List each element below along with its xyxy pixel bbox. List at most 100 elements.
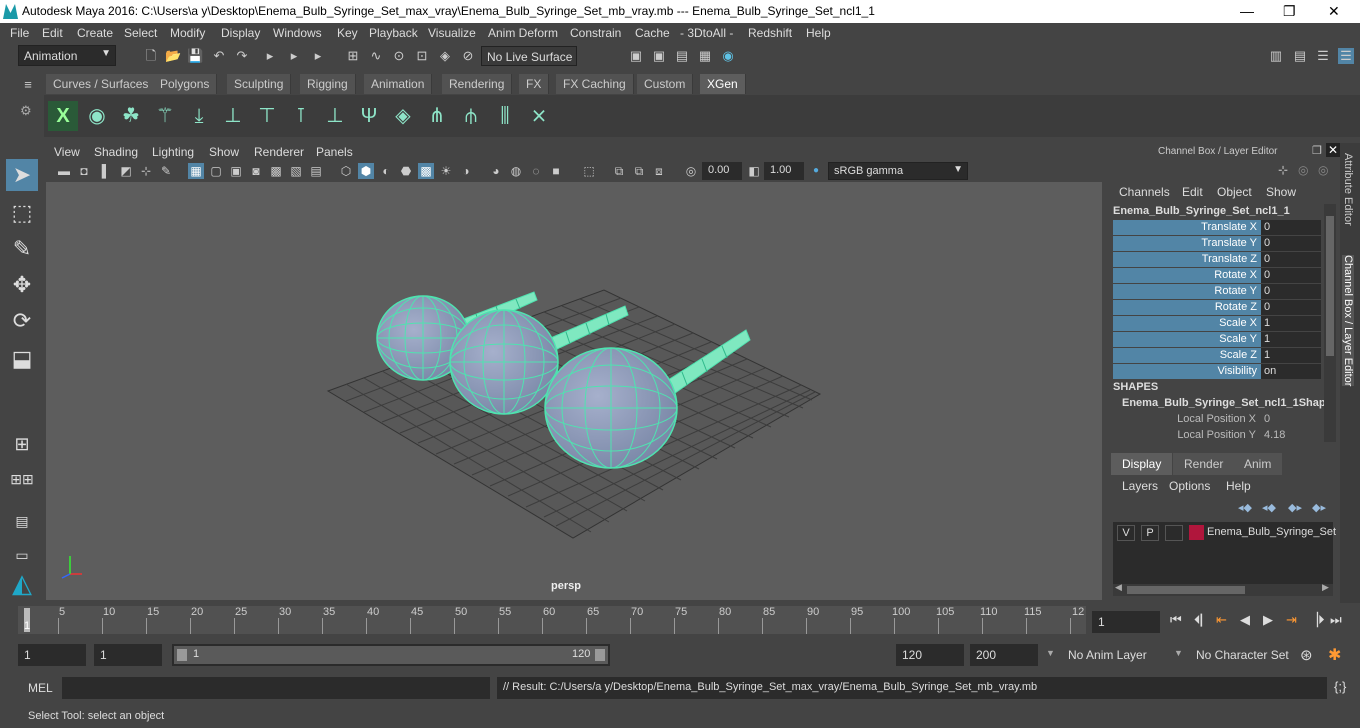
gate-mask-icon[interactable]: ◙ — [248, 163, 264, 179]
viewport-menu-shading[interactable]: Shading — [94, 145, 138, 159]
snap-surface-icon[interactable]: ◈ — [437, 48, 453, 64]
maya-home-icon[interactable]: ◭ — [6, 567, 38, 599]
paint-select-tool-icon[interactable]: ✎ — [6, 233, 38, 265]
redo-icon[interactable]: ↷ — [234, 48, 250, 64]
xgen-preview-icon[interactable]: ◉ — [82, 101, 112, 131]
value-translate-y[interactable]: 0 — [1261, 236, 1321, 251]
layer-visibility-toggle[interactable]: V — [1117, 525, 1135, 541]
step-back-frame-icon[interactable]: ⏴▏ — [1194, 612, 1214, 628]
camera-lock-icon[interactable]: ◘ — [76, 163, 92, 179]
shelf-tab-animation[interactable]: Animation — [364, 74, 433, 94]
field-chart-icon[interactable]: ▩ — [268, 163, 284, 179]
playback-end-field[interactable]: 120 — [896, 644, 964, 666]
step-forward-key-icon[interactable]: ⇥ — [1286, 612, 1297, 628]
step-back-key-icon[interactable]: ⇤ — [1216, 612, 1227, 628]
four-view-layout-icon[interactable]: ⊞⊞ — [6, 463, 38, 495]
depth-of-field-icon[interactable]: ■ — [548, 163, 564, 179]
value-translate-z[interactable]: 0 — [1261, 252, 1321, 267]
attr-local-position-x[interactable]: Local Position X — [1110, 413, 1260, 425]
wireframe-shading-icon[interactable]: ⬡ — [338, 163, 354, 179]
attr-translate-x[interactable]: Translate X — [1113, 220, 1261, 235]
time-slider-track[interactable]: 5 10 15 20 25 30 35 40 45 50 55 60 65 70… — [18, 606, 1086, 634]
lasso-tool-icon[interactable]: ⬚ — [6, 197, 38, 229]
value-local-position-x[interactable]: 0 — [1264, 413, 1270, 425]
xgen-grid-icon[interactable]: ◈ — [388, 101, 418, 131]
wireframe-icon[interactable]: ▦ — [188, 163, 204, 179]
chevron-down-icon[interactable]: ▼ — [1046, 648, 1055, 658]
command-language-label[interactable]: MEL — [28, 681, 53, 695]
viewport-menu-lighting[interactable]: Lighting — [152, 145, 194, 159]
value-local-position-y[interactable]: 4.18 — [1264, 429, 1285, 441]
textured-icon[interactable]: ▩ — [418, 163, 434, 179]
go-to-end-icon[interactable]: ⏭ — [1330, 612, 1342, 628]
shelf-tab-rigging[interactable]: Rigging — [300, 74, 356, 94]
toggle-channel-box-icon[interactable]: ☰ — [1338, 48, 1354, 64]
close-panel-icon[interactable]: ✕ — [1326, 143, 1341, 157]
xgen-add-guide-icon[interactable]: ⚚ — [150, 101, 180, 131]
select-tool-icon[interactable]: ➤ — [6, 159, 38, 191]
menu-redshift[interactable]: Redshift — [748, 26, 792, 40]
cb-menu-object[interactable]: Object — [1217, 185, 1252, 199]
colorspace-dropdown[interactable]: sRGB gamma ▼ — [828, 162, 968, 180]
menu-create[interactable]: Create — [77, 26, 113, 40]
ambient-occlusion-icon[interactable]: ◕ — [488, 163, 504, 179]
move-layer-down-icon[interactable]: ◂◆ — [1262, 501, 1276, 514]
layer-tab-anim[interactable]: Anim — [1233, 453, 1283, 475]
attr-rotate-x[interactable]: Rotate X — [1113, 268, 1261, 283]
value-scale-y[interactable]: 1 — [1261, 332, 1321, 347]
animation-start-field[interactable]: 1 — [18, 644, 86, 666]
xray-components-icon[interactable]: ⧈ — [651, 163, 667, 179]
value-rotate-z[interactable]: 0 — [1261, 300, 1321, 315]
layer-color-swatch[interactable] — [1189, 525, 1204, 540]
anim-layer-dropdown[interactable]: No Anim Layer — [1062, 644, 1164, 666]
menu-anim-deform[interactable]: Anim Deform — [488, 26, 558, 40]
workspace-icon[interactable]: ▥ — [1268, 48, 1284, 64]
xgen-grass-icon[interactable]: Ψ — [354, 101, 384, 131]
xgen-comb-icon[interactable]: ⋔ — [422, 101, 452, 131]
smooth-shading-icon[interactable]: ⬢ — [358, 163, 374, 179]
ipr-render-icon[interactable]: ▤ — [674, 48, 690, 64]
xgen-lock-guide-icon[interactable]: ⊥ — [320, 101, 350, 131]
exposure-field[interactable]: 0.00 — [702, 162, 742, 180]
safe-action-icon[interactable]: ▧ — [288, 163, 304, 179]
shelf-tab-fx[interactable]: FX — [519, 74, 550, 94]
shelf-tab-polygons[interactable]: Polygons — [153, 74, 218, 94]
menu-key[interactable]: Key — [337, 26, 358, 40]
open-scene-icon[interactable]: 📂 — [165, 48, 181, 64]
channel-box-scrollbar[interactable] — [1324, 204, 1336, 442]
render-settings-icon[interactable]: ▦ — [697, 48, 713, 64]
default-material-icon[interactable]: ◐ — [378, 163, 394, 179]
shelf-tab-rendering[interactable]: Rendering — [442, 74, 513, 94]
select-object-icon[interactable]: ▸ — [286, 48, 302, 64]
select-component-icon[interactable]: ▸ — [310, 48, 326, 64]
new-layer-icon[interactable]: ◆▸ — [1288, 501, 1302, 514]
new-layer-selected-icon[interactable]: ◆▸ — [1312, 501, 1326, 514]
menu-playback[interactable]: Playback — [369, 26, 418, 40]
rotate-tool-icon[interactable]: ⟳ — [6, 305, 38, 337]
hypershade-icon[interactable]: ◉ — [720, 48, 736, 64]
snap-view-icon[interactable]: ⊡ — [414, 48, 430, 64]
layer-horizontal-scrollbar[interactable]: ◀ ▶ — [1113, 582, 1333, 596]
attr-translate-y[interactable]: Translate Y — [1113, 236, 1261, 251]
play-forwards-icon[interactable]: ▶ — [1263, 612, 1273, 628]
xray-joints-icon[interactable]: ⧉ — [631, 163, 647, 179]
cb-menu-edit[interactable]: Edit — [1182, 185, 1203, 199]
layer-menu-layers[interactable]: Layers — [1122, 479, 1158, 493]
xgen-guide-toggle-icon[interactable]: ⊤ — [252, 101, 282, 131]
menu-display[interactable]: Display — [221, 26, 260, 40]
shelf-tab-curves-surfaces[interactable]: Curves / Surfaces — [46, 74, 157, 94]
minimize-button[interactable]: — — [1240, 3, 1254, 19]
menu-cache[interactable]: Cache — [635, 26, 670, 40]
single-perspective-layout-icon[interactable]: ⊞ — [6, 428, 38, 460]
viewport-menu-show[interactable]: Show — [209, 145, 239, 159]
new-scene-icon[interactable]: 🗋 — [143, 48, 159, 64]
grid-toggle-icon[interactable]: ⊹ — [138, 163, 154, 179]
range-end-handle[interactable] — [595, 649, 605, 661]
motion-blur-icon[interactable]: ◍ — [508, 163, 524, 179]
exposure-icon[interactable]: ◎ — [683, 163, 699, 179]
speed-icon[interactable]: ◎ — [1298, 163, 1308, 177]
menu-visualize[interactable]: Visualize — [428, 26, 476, 40]
scrollbar-thumb[interactable] — [1326, 216, 1334, 356]
layer-tab-display[interactable]: Display — [1111, 453, 1173, 475]
value-scale-z[interactable]: 1 — [1261, 348, 1321, 363]
